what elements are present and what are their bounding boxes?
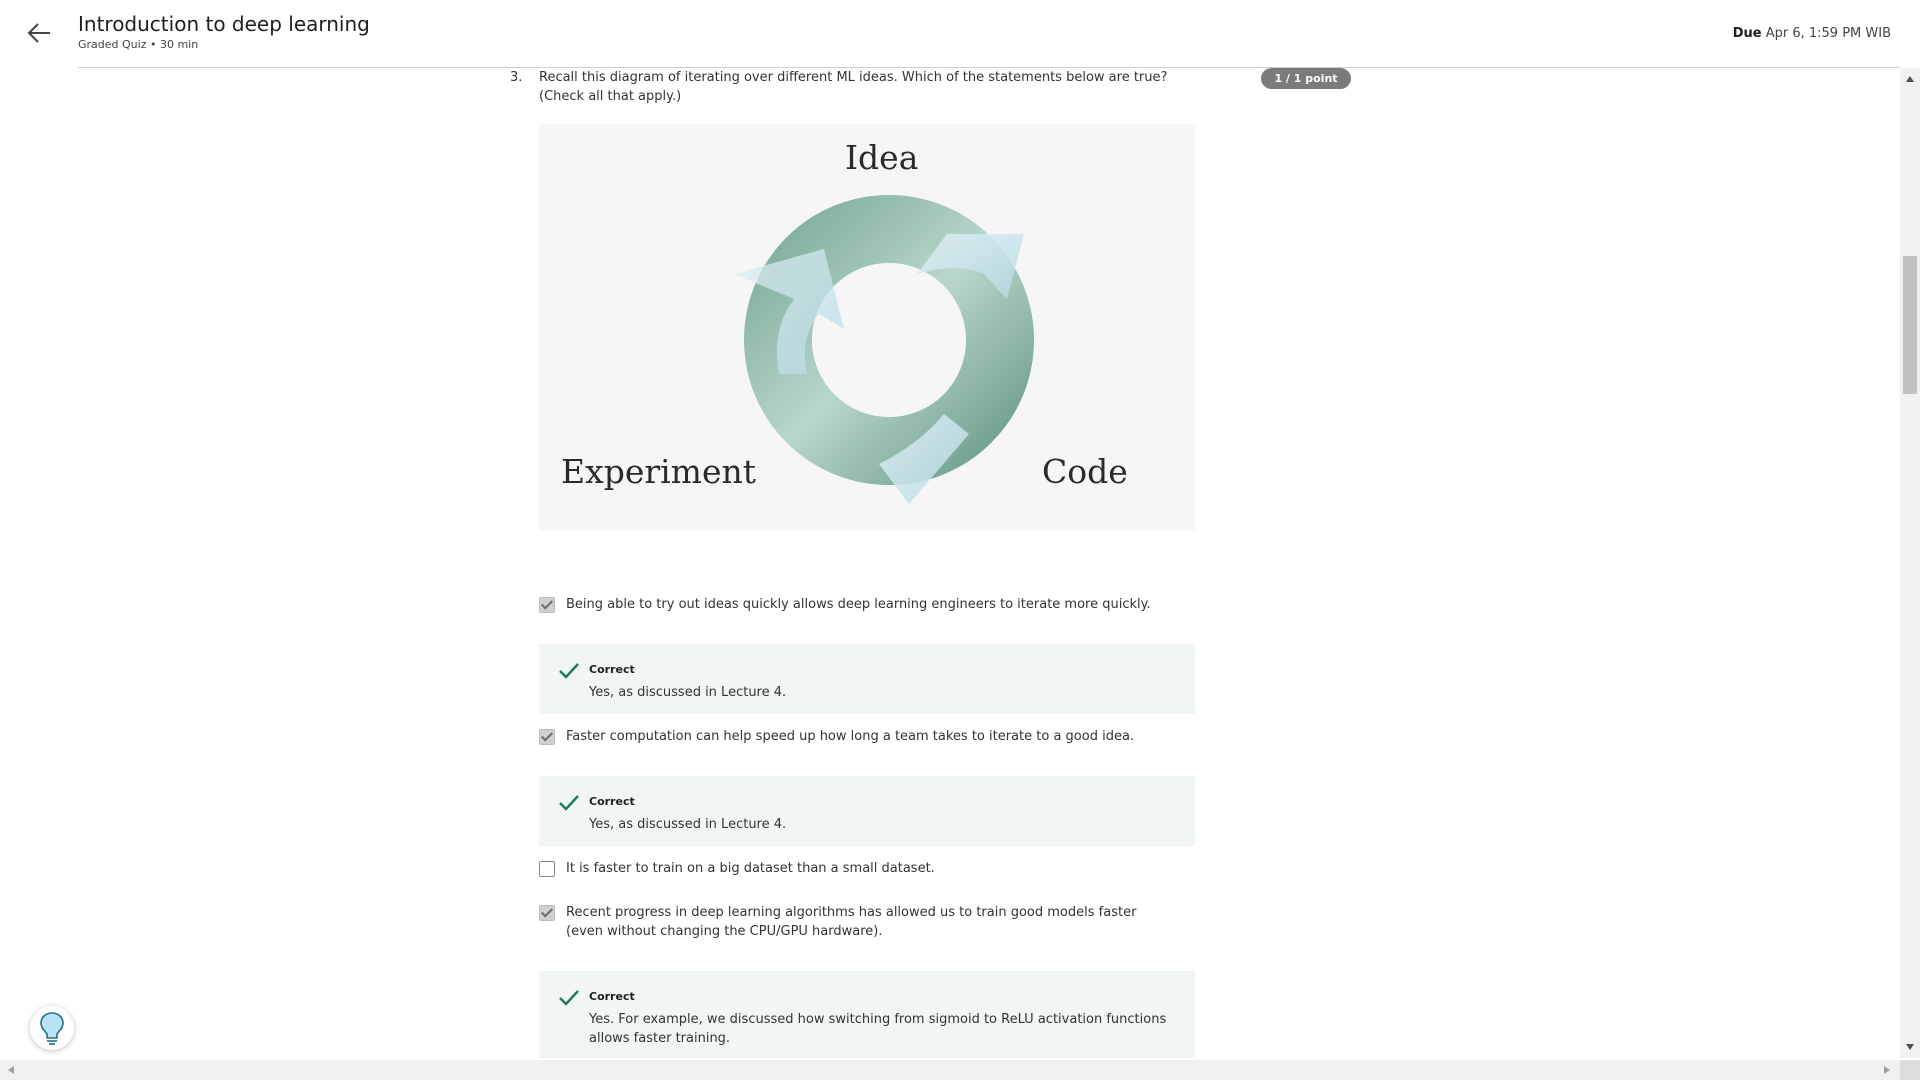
diagram-label-experiment: Experiment [561, 452, 757, 491]
feedback-correct: Correct Yes, as discussed in Lecture 4. [539, 776, 1195, 846]
scrollbar-thumb[interactable] [1903, 256, 1917, 394]
points-badge: 1 / 1 point [1261, 68, 1351, 89]
page-title: Introduction to deep learning [78, 12, 370, 36]
option-label: Being able to try out ideas quickly allo… [566, 597, 1151, 612]
back-button[interactable] [22, 16, 56, 50]
feedback-correct: Correct Yes. For example, we discussed h… [539, 971, 1195, 1058]
arrow-left-icon [27, 23, 50, 43]
option-label: Recent progress in deep learning algorit… [566, 905, 1137, 939]
due-date: Due Apr 6, 1:59 PM WIB [1733, 26, 1891, 41]
vertical-scrollbar[interactable] [1900, 68, 1920, 1058]
horizontal-scrollbar[interactable] [0, 1060, 1900, 1080]
option-label: Faster computation can help speed up how… [566, 729, 1135, 744]
scroll-up-icon[interactable] [1906, 76, 1914, 82]
option-checkbox[interactable] [539, 905, 555, 921]
feedback-text: Yes, as discussed in Lecture 4. [589, 817, 787, 832]
checkmark-icon [559, 990, 579, 1006]
option-checkbox[interactable] [539, 861, 555, 877]
due-value: Apr 6, 1:59 PM WIB [1765, 26, 1891, 41]
checkmark-icon [559, 795, 579, 811]
lightbulb-icon [40, 1012, 64, 1045]
help-button[interactable] [30, 1006, 74, 1050]
quiz-content: 3. Recall this diagram of iterating over… [0, 68, 1900, 1058]
iteration-diagram: Idea Experiment Code [539, 124, 1195, 530]
due-label: Due [1732, 26, 1762, 41]
feedback-correct: Correct Yes, as discussed in Lecture 4. [539, 644, 1195, 714]
option-label: It is faster to train on a big dataset t… [566, 861, 935, 876]
feedback-title: Correct [589, 990, 635, 1003]
feedback-title: Correct [589, 663, 635, 676]
scroll-down-icon[interactable] [1906, 1044, 1914, 1050]
feedback-text: Yes. For example, we discussed how switc… [589, 1012, 1167, 1046]
question-number: 3. [510, 70, 523, 85]
diagram-label-code: Code [1042, 452, 1128, 491]
scroll-right-icon[interactable] [1884, 1066, 1890, 1074]
option-checkbox[interactable] [539, 729, 555, 745]
scroll-left-icon[interactable] [8, 1066, 14, 1074]
diagram-label-idea: Idea [845, 138, 919, 177]
feedback-text: Yes, as discussed in Lecture 4. [589, 685, 787, 700]
option-checkbox[interactable] [539, 597, 555, 613]
question-text: Recall this diagram of iterating over di… [539, 70, 1168, 104]
checkmark-icon [559, 663, 579, 679]
feedback-title: Correct [589, 795, 635, 808]
scrollbar-corner [1900, 1060, 1920, 1080]
quiz-meta: Graded Quiz • 30 min [78, 38, 199, 51]
quiz-header: Introduction to deep learning Graded Qui… [0, 0, 1920, 68]
